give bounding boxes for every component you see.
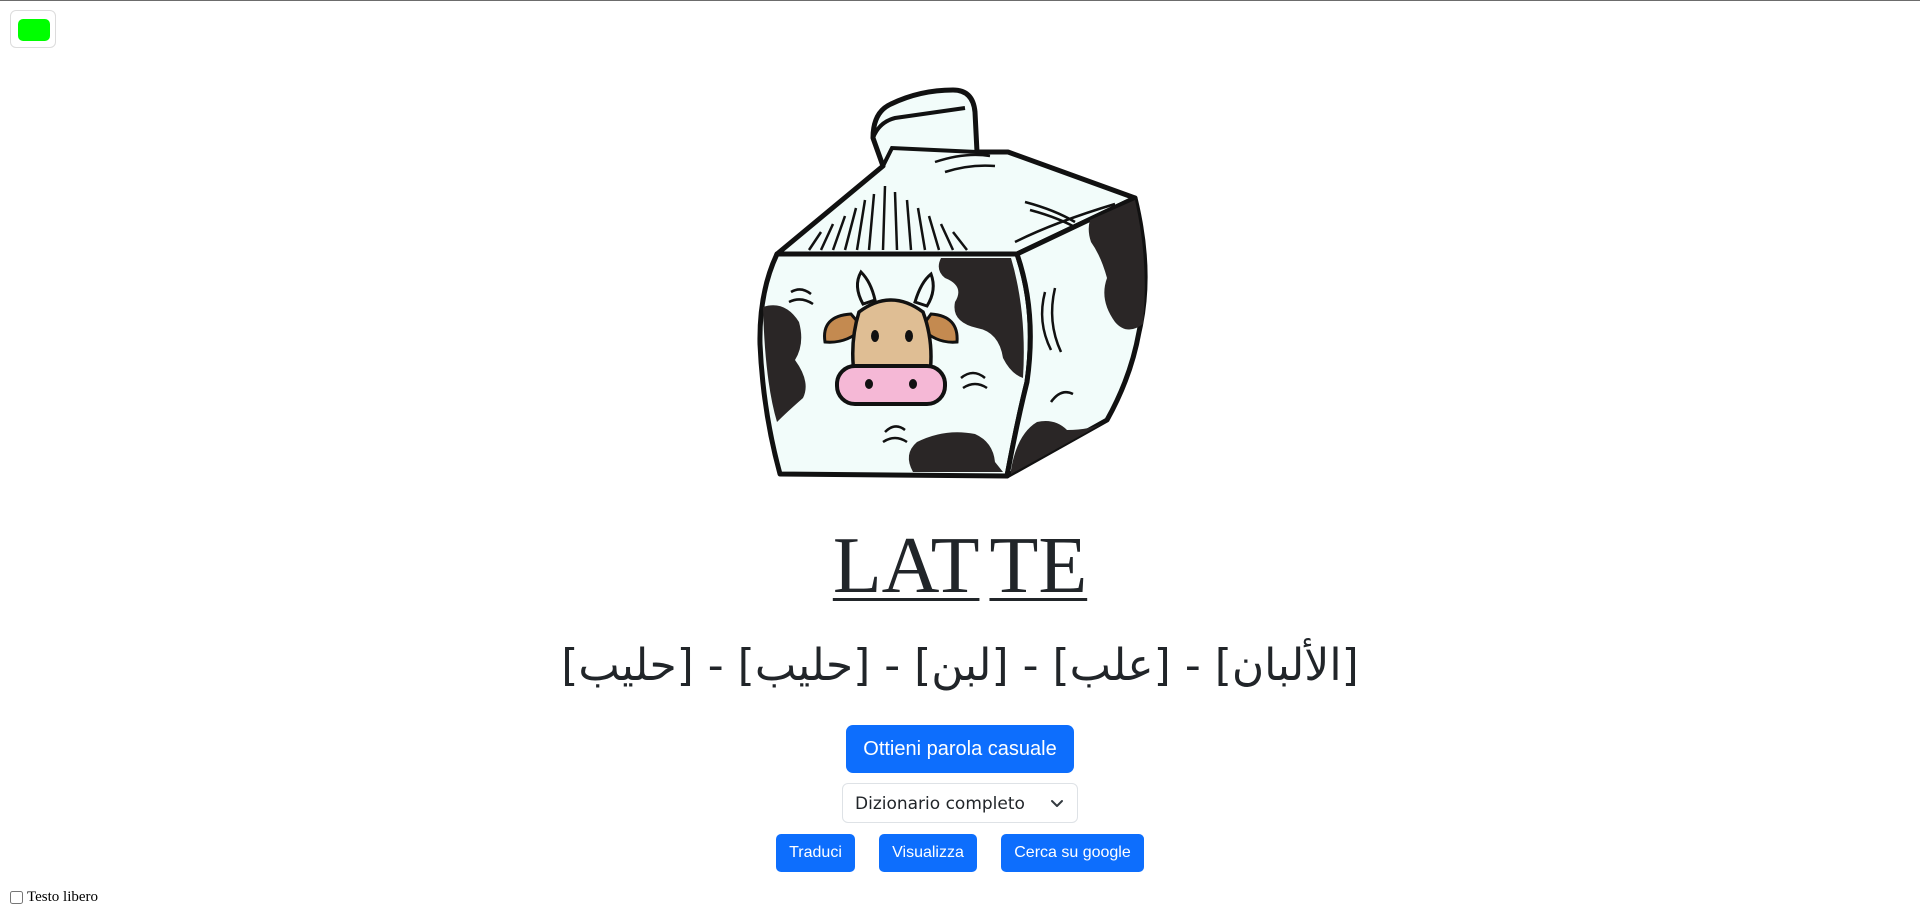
chevron-down-icon xyxy=(1051,800,1063,807)
free-text-option[interactable]: Testo libero xyxy=(10,889,98,906)
status-indicator xyxy=(10,10,56,48)
top-border xyxy=(0,0,1920,1)
visualize-button[interactable]: Visualizza xyxy=(879,834,977,872)
google-search-button[interactable]: Cerca su google xyxy=(1001,834,1144,872)
dictionary-select[interactable]: Dizionario completo xyxy=(842,783,1078,823)
word-syllable-2: TE xyxy=(989,522,1088,610)
free-text-label: Testo libero xyxy=(27,889,99,905)
translate-button[interactable]: Traduci xyxy=(776,834,855,872)
word-display: LAT TE xyxy=(0,518,1920,614)
word-syllable-1: LAT xyxy=(832,522,980,610)
arabic-translations: [حليب] - [حليب] - [لبن] - [علب] - [الألب… xyxy=(561,640,1359,691)
status-dot xyxy=(18,19,50,41)
milk-carton-illustration xyxy=(757,87,1148,479)
random-word-button[interactable]: Ottieni parola casuale xyxy=(846,725,1074,773)
dictionary-select-value: Dizionario completo xyxy=(855,794,1025,814)
free-text-checkbox[interactable] xyxy=(10,891,23,904)
